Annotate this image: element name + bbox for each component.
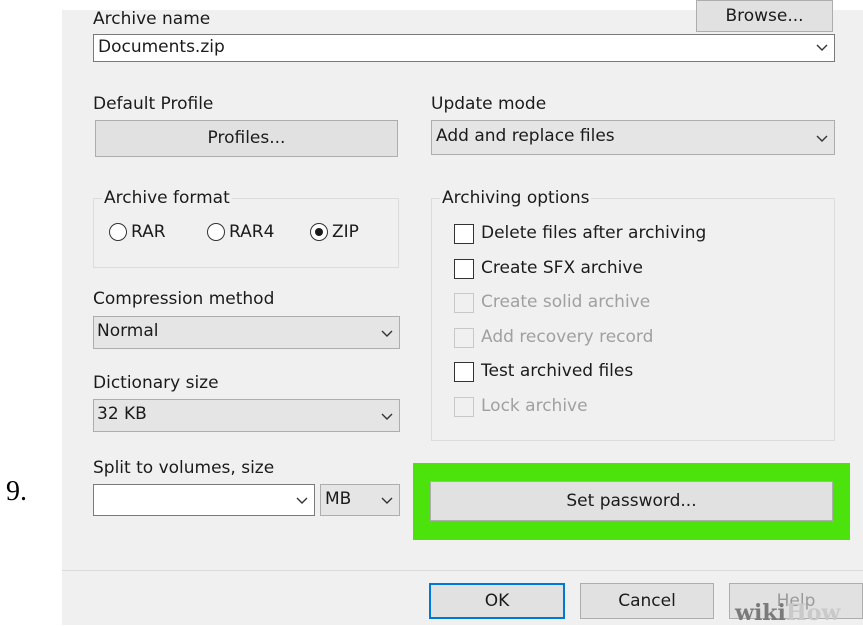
- split-volumes-label: Split to volumes, size: [93, 458, 275, 478]
- watermark-how: How: [785, 600, 841, 626]
- archiving-options-title: Archiving options: [440, 188, 592, 208]
- chevron-down-icon[interactable]: [816, 133, 828, 143]
- update-mode-label: Update mode: [431, 94, 547, 114]
- checkbox-disabled: [454, 397, 474, 417]
- update-mode-value: Add and replace files: [436, 126, 615, 146]
- chevron-down-icon[interactable]: [381, 411, 393, 421]
- watermark-wiki: wiki: [735, 600, 786, 626]
- cancel-button[interactable]: Cancel: [580, 583, 714, 619]
- chevron-down-icon[interactable]: [296, 495, 308, 505]
- radio-zip-label: ZIP: [332, 222, 359, 242]
- dictionary-size-label: Dictionary size: [93, 373, 219, 393]
- archive-name-label: Archive name: [93, 9, 211, 29]
- checkbox-label: Create solid archive: [481, 292, 651, 312]
- wikihow-watermark: wikiHow: [735, 600, 840, 626]
- checkbox-label: Add recovery record: [481, 327, 654, 347]
- checkbox[interactable]: [454, 224, 474, 244]
- checkbox[interactable]: [454, 259, 474, 279]
- ok-button-label: OK: [484, 591, 510, 611]
- panel-divider: [62, 570, 863, 571]
- radio-button-selected[interactable]: [310, 223, 328, 241]
- checkbox[interactable]: [454, 362, 474, 382]
- compression-method-value: Normal: [97, 321, 159, 341]
- radio-rar-label: RAR: [131, 222, 166, 242]
- archive-name-combobox[interactable]: Documents.zip: [93, 34, 835, 62]
- split-volumes-unit-select[interactable]: MB: [320, 484, 400, 516]
- checkbox-label: Delete files after archiving: [481, 223, 707, 243]
- checkbox-label: Lock archive: [481, 396, 588, 416]
- split-volumes-unit-value: MB: [325, 489, 352, 509]
- dictionary-size-value: 32 KB: [97, 404, 147, 424]
- archive-format-group: Archive format RAR RAR4 ZIP: [93, 188, 399, 268]
- checkbox-label: Create SFX archive: [481, 258, 643, 278]
- browse-button[interactable]: Browse...: [696, 0, 833, 32]
- radio-selected-dot: [315, 228, 323, 236]
- chevron-down-icon[interactable]: [381, 495, 393, 505]
- checkbox-disabled: [454, 328, 474, 348]
- compression-method-select[interactable]: Normal: [93, 316, 400, 349]
- radio-button[interactable]: [109, 223, 127, 241]
- update-mode-select[interactable]: Add and replace files: [431, 120, 835, 155]
- browse-button-label: Browse...: [725, 6, 804, 26]
- cancel-button-label: Cancel: [618, 591, 676, 611]
- checkbox-label: Test archived files: [481, 361, 634, 381]
- chevron-down-icon[interactable]: [381, 328, 393, 338]
- profiles-button-label: Profiles...: [207, 128, 286, 148]
- radio-rar4-label: RAR4: [229, 222, 275, 242]
- step-number: 9.: [6, 476, 27, 507]
- archiving-options-group: Archiving options Delete files after arc…: [431, 188, 835, 441]
- set-password-button[interactable]: Set password...: [430, 481, 833, 521]
- default-profile-label: Default Profile: [93, 94, 214, 114]
- archive-format-title: Archive format: [102, 188, 232, 208]
- dictionary-size-select[interactable]: 32 KB: [93, 399, 400, 432]
- radio-button[interactable]: [207, 223, 225, 241]
- split-volumes-size-input[interactable]: [93, 484, 315, 516]
- archive-name-value: Documents.zip: [98, 37, 225, 57]
- set-password-button-label: Set password...: [566, 491, 697, 511]
- ok-button[interactable]: OK: [429, 583, 565, 619]
- checkbox-disabled: [454, 293, 474, 313]
- compression-method-label: Compression method: [93, 289, 275, 309]
- chevron-down-icon[interactable]: [816, 42, 828, 52]
- profiles-button[interactable]: Profiles...: [95, 120, 398, 157]
